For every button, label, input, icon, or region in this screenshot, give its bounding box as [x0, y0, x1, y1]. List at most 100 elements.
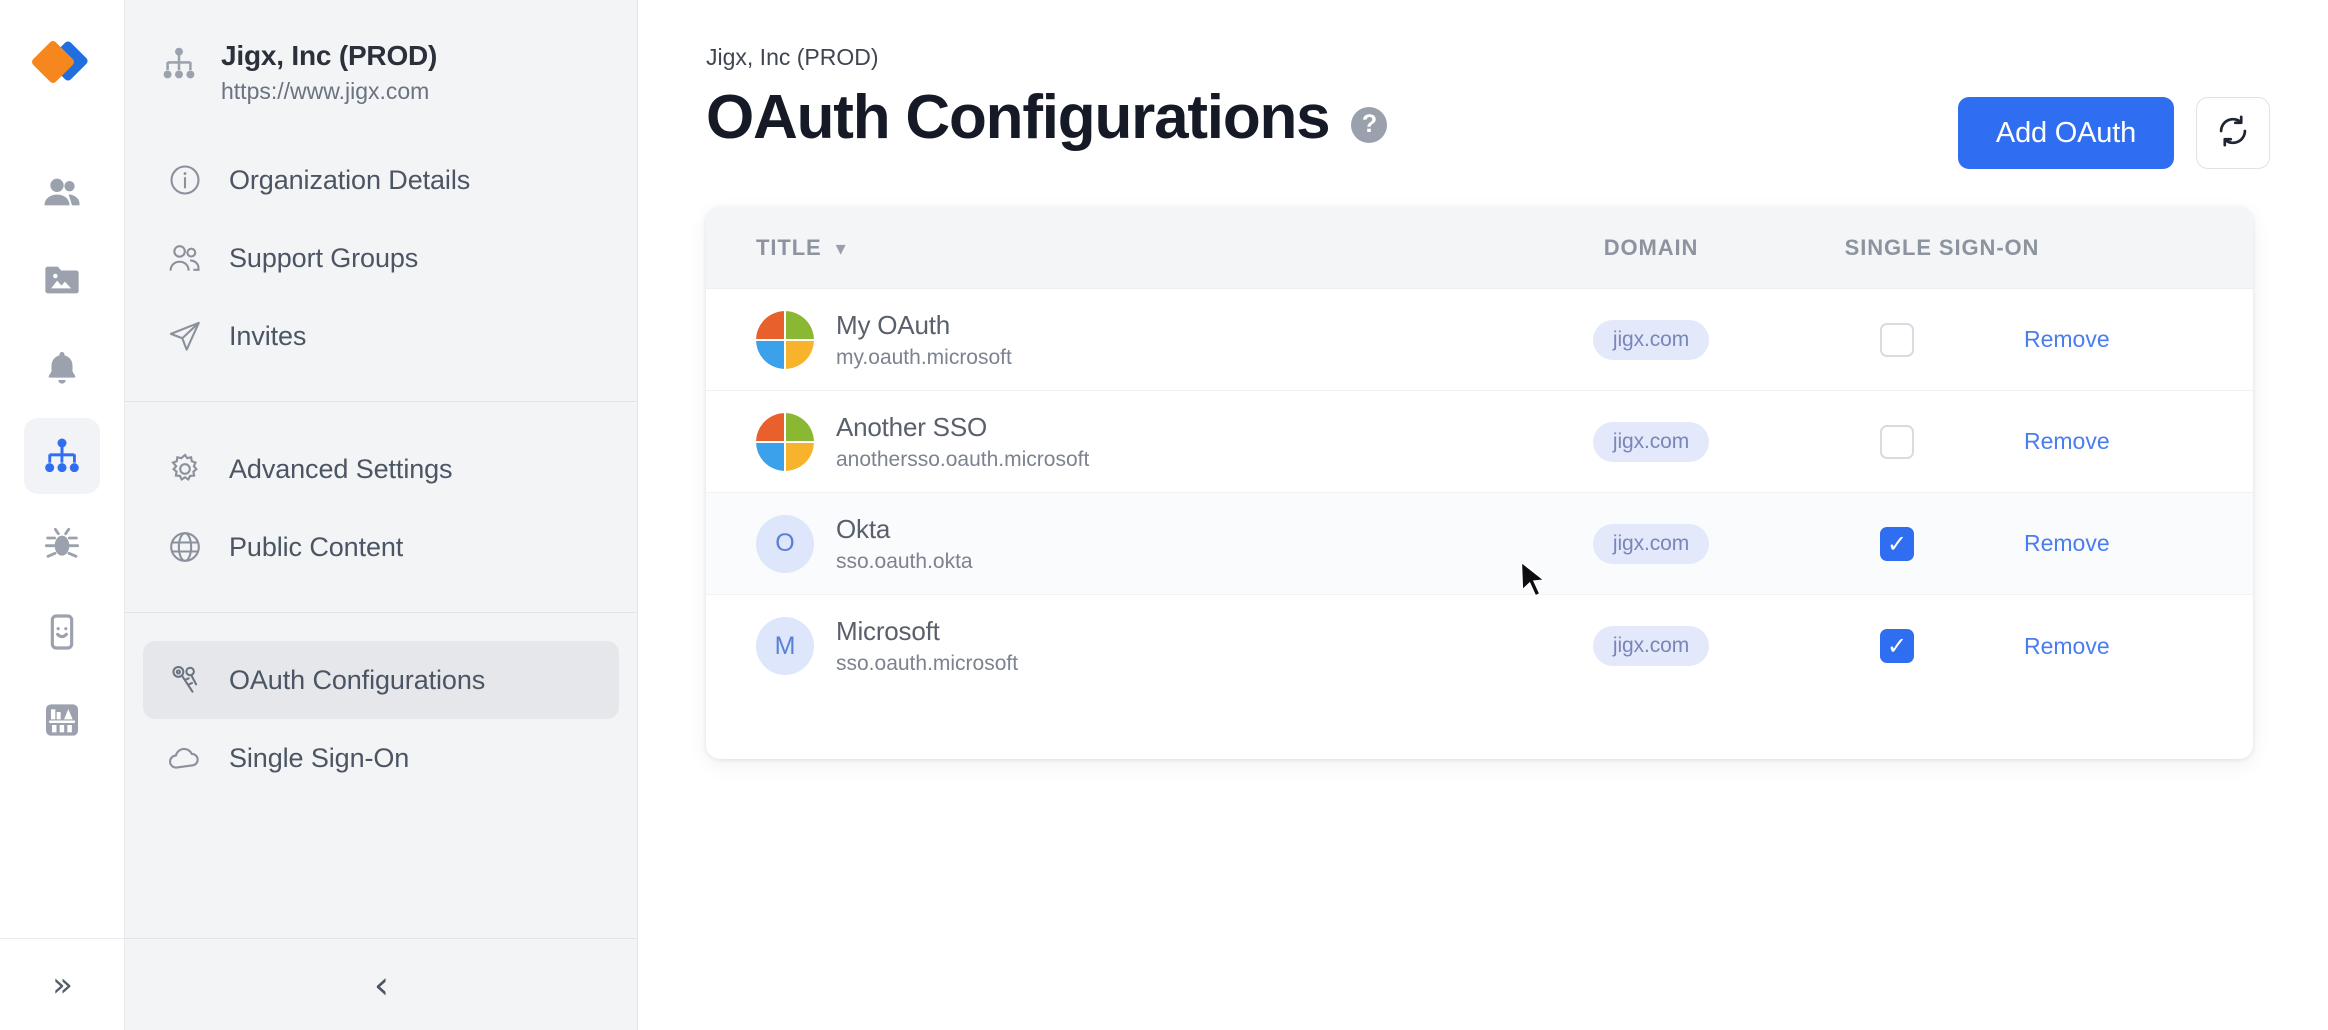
row-title: Microsoft — [836, 616, 940, 646]
title-text-group: Microsoft sso.oauth.microsoft — [836, 616, 1018, 676]
keys-icon — [165, 660, 205, 700]
domain-badge: jigx.com — [1592, 626, 1710, 666]
cell-single-sign-on: Remove — [1801, 322, 2253, 357]
column-header-domain: DOMAIN — [1603, 234, 1699, 260]
column-header-title[interactable]: TITLE ▾ — [756, 235, 1501, 261]
sidebar-item-advanced-settings[interactable]: Advanced Settings — [143, 430, 619, 508]
row-subtitle: sso.oauth.okta — [836, 549, 973, 573]
row-title: My OAuth — [836, 309, 950, 340]
sidebar-item-oauth-configurations[interactable]: OAuth Configurations — [143, 641, 619, 719]
domain-badge: jigx.com — [1592, 523, 1710, 564]
check-icon: ✓ — [1886, 632, 1908, 660]
title-text-group: My OAuth my.oauth.microsoft — [836, 310, 1012, 370]
rail-item-users[interactable] — [24, 154, 100, 230]
table-row[interactable]: O Okta sso.oauth.okta jigx.com ✓ Remove — [706, 493, 2253, 595]
rail-item-debug[interactable] — [24, 506, 100, 582]
sso-checkbox[interactable] — [1880, 322, 1914, 357]
remove-link[interactable]: Remove — [2024, 633, 2134, 660]
rail-item-library[interactable] — [24, 682, 100, 758]
nav-group-primary: Organization Details Support Groups Invi… — [125, 135, 637, 401]
sidebar-item-public-content[interactable]: Public Content — [143, 508, 619, 586]
row-subtitle: sso.oauth.microsoft — [836, 652, 1019, 675]
header-actions: Add OAuth — [1957, 97, 2270, 169]
avatar: M — [756, 617, 814, 675]
icon-rail: » — [0, 0, 125, 1030]
jigx-logo[interactable] — [31, 34, 93, 96]
sso-checkbox[interactable]: ✓ — [1880, 526, 1914, 561]
page-header: OAuth Configurations ? Add OAuth — [706, 85, 2270, 169]
sso-checkbox[interactable]: ✓ — [1880, 629, 1914, 663]
cell-domain: jigx.com — [1501, 523, 1801, 564]
people-outline-icon — [165, 238, 205, 278]
sidebar-item-label: Support Groups — [229, 242, 419, 273]
row-title: Another SSO — [836, 411, 987, 442]
cell-domain: jigx.com — [1501, 626, 1801, 666]
cell-single-sign-on: Remove — [1801, 424, 2253, 459]
oauth-configurations-table: TITLE ▾ DOMAIN SINGLE SIGN-ON My OAuth m… — [706, 207, 2253, 759]
sidebar-item-label: Advanced Settings — [229, 453, 453, 484]
chevron-double-right-icon: » — [52, 964, 73, 1005]
nav-group-auth: OAuth Configurations Single Sign-On — [125, 612, 637, 823]
cell-title: My OAuth my.oauth.microsoft — [756, 310, 1501, 370]
microsoft-logo-icon — [756, 310, 814, 369]
table-header-row: TITLE ▾ DOMAIN SINGLE SIGN-ON — [706, 207, 2253, 289]
page-title-group: OAuth Configurations ? — [706, 83, 1388, 152]
rail-item-media[interactable] — [24, 242, 100, 318]
sidebar-item-label: Organization Details — [229, 164, 471, 195]
sidebar-item-label: OAuth Configurations — [229, 664, 486, 695]
breadcrumb: Jigx, Inc (PROD) — [706, 44, 879, 70]
organization-name: Jigx, Inc (PROD) — [221, 40, 438, 71]
rail-item-app-preview[interactable] — [24, 594, 100, 670]
avatar: O — [756, 514, 814, 573]
domain-badge: jigx.com — [1592, 421, 1710, 462]
cell-single-sign-on: ✓ Remove — [1801, 629, 2253, 663]
sidebar-item-invites[interactable]: Invites — [143, 297, 619, 375]
title-text-group: Another SSO anothersso.oauth.microsoft — [836, 412, 1089, 472]
cell-domain: jigx.com — [1501, 421, 1801, 462]
help-icon[interactable]: ? — [1351, 106, 1388, 143]
cell-single-sign-on: ✓ Remove — [1801, 526, 2253, 561]
organization-header[interactable]: Jigx, Inc (PROD) https://www.jigx.com — [125, 0, 637, 135]
globe-icon — [165, 527, 205, 567]
nav-group-settings: Advanced Settings Public Content — [125, 401, 637, 612]
sidebar-item-label: Public Content — [229, 531, 404, 562]
remove-link[interactable]: Remove — [2024, 326, 2134, 353]
refresh-button[interactable] — [2196, 97, 2270, 169]
remove-link[interactable]: Remove — [2024, 530, 2134, 557]
sidebar-collapse-button[interactable]: ‹ — [125, 938, 638, 1030]
cell-title: O Okta sso.oauth.okta — [756, 514, 1501, 574]
sidebar-item-label: Invites — [229, 320, 307, 351]
chevron-down-icon: ▾ — [835, 235, 847, 260]
rail-expand-button[interactable]: » — [0, 938, 125, 1030]
cell-title: M Microsoft sso.oauth.microsoft — [756, 616, 1501, 676]
title-text-group: Okta sso.oauth.okta — [836, 514, 973, 574]
table-row[interactable]: Another SSO anothersso.oauth.microsoft j… — [706, 391, 2253, 493]
cell-domain: jigx.com — [1501, 319, 1801, 360]
sidebar-item-organization-details[interactable]: Organization Details — [143, 141, 619, 219]
gear-icon — [165, 449, 205, 489]
cell-title: Another SSO anothersso.oauth.microsoft — [756, 412, 1501, 472]
cloud-icon — [165, 738, 205, 778]
sidebar-item-support-groups[interactable]: Support Groups — [143, 219, 619, 297]
info-circle-icon — [165, 160, 205, 200]
page-title: OAuth Configurations — [706, 83, 1331, 152]
rail-item-notifications[interactable] — [24, 330, 100, 406]
add-oauth-button[interactable]: Add OAuth — [1957, 97, 2174, 169]
send-plane-icon — [165, 316, 205, 356]
column-header-single-sign-on: SINGLE SIGN-ON — [1844, 234, 2040, 260]
rail-item-organization[interactable] — [24, 418, 100, 494]
row-subtitle: anothersso.oauth.microsoft — [836, 447, 1090, 471]
sidebar-item-single-sign-on[interactable]: Single Sign-On — [143, 719, 619, 797]
org-chart-icon — [159, 44, 199, 84]
refresh-icon — [2216, 114, 2250, 153]
sso-checkbox[interactable] — [1880, 424, 1914, 459]
table-row[interactable]: M Microsoft sso.oauth.microsoft jigx.com… — [706, 595, 2253, 697]
table-row[interactable]: My OAuth my.oauth.microsoft jigx.com Rem… — [706, 289, 2253, 391]
row-subtitle: my.oauth.microsoft — [836, 345, 1012, 369]
microsoft-logo-icon — [756, 412, 814, 471]
domain-badge: jigx.com — [1592, 319, 1710, 360]
table-body: My OAuth my.oauth.microsoft jigx.com Rem… — [706, 289, 2253, 759]
remove-link[interactable]: Remove — [2024, 428, 2134, 455]
main-content: Jigx, Inc (PROD) OAuth Configurations ? … — [638, 0, 2328, 1030]
check-icon: ✓ — [1886, 529, 1908, 558]
